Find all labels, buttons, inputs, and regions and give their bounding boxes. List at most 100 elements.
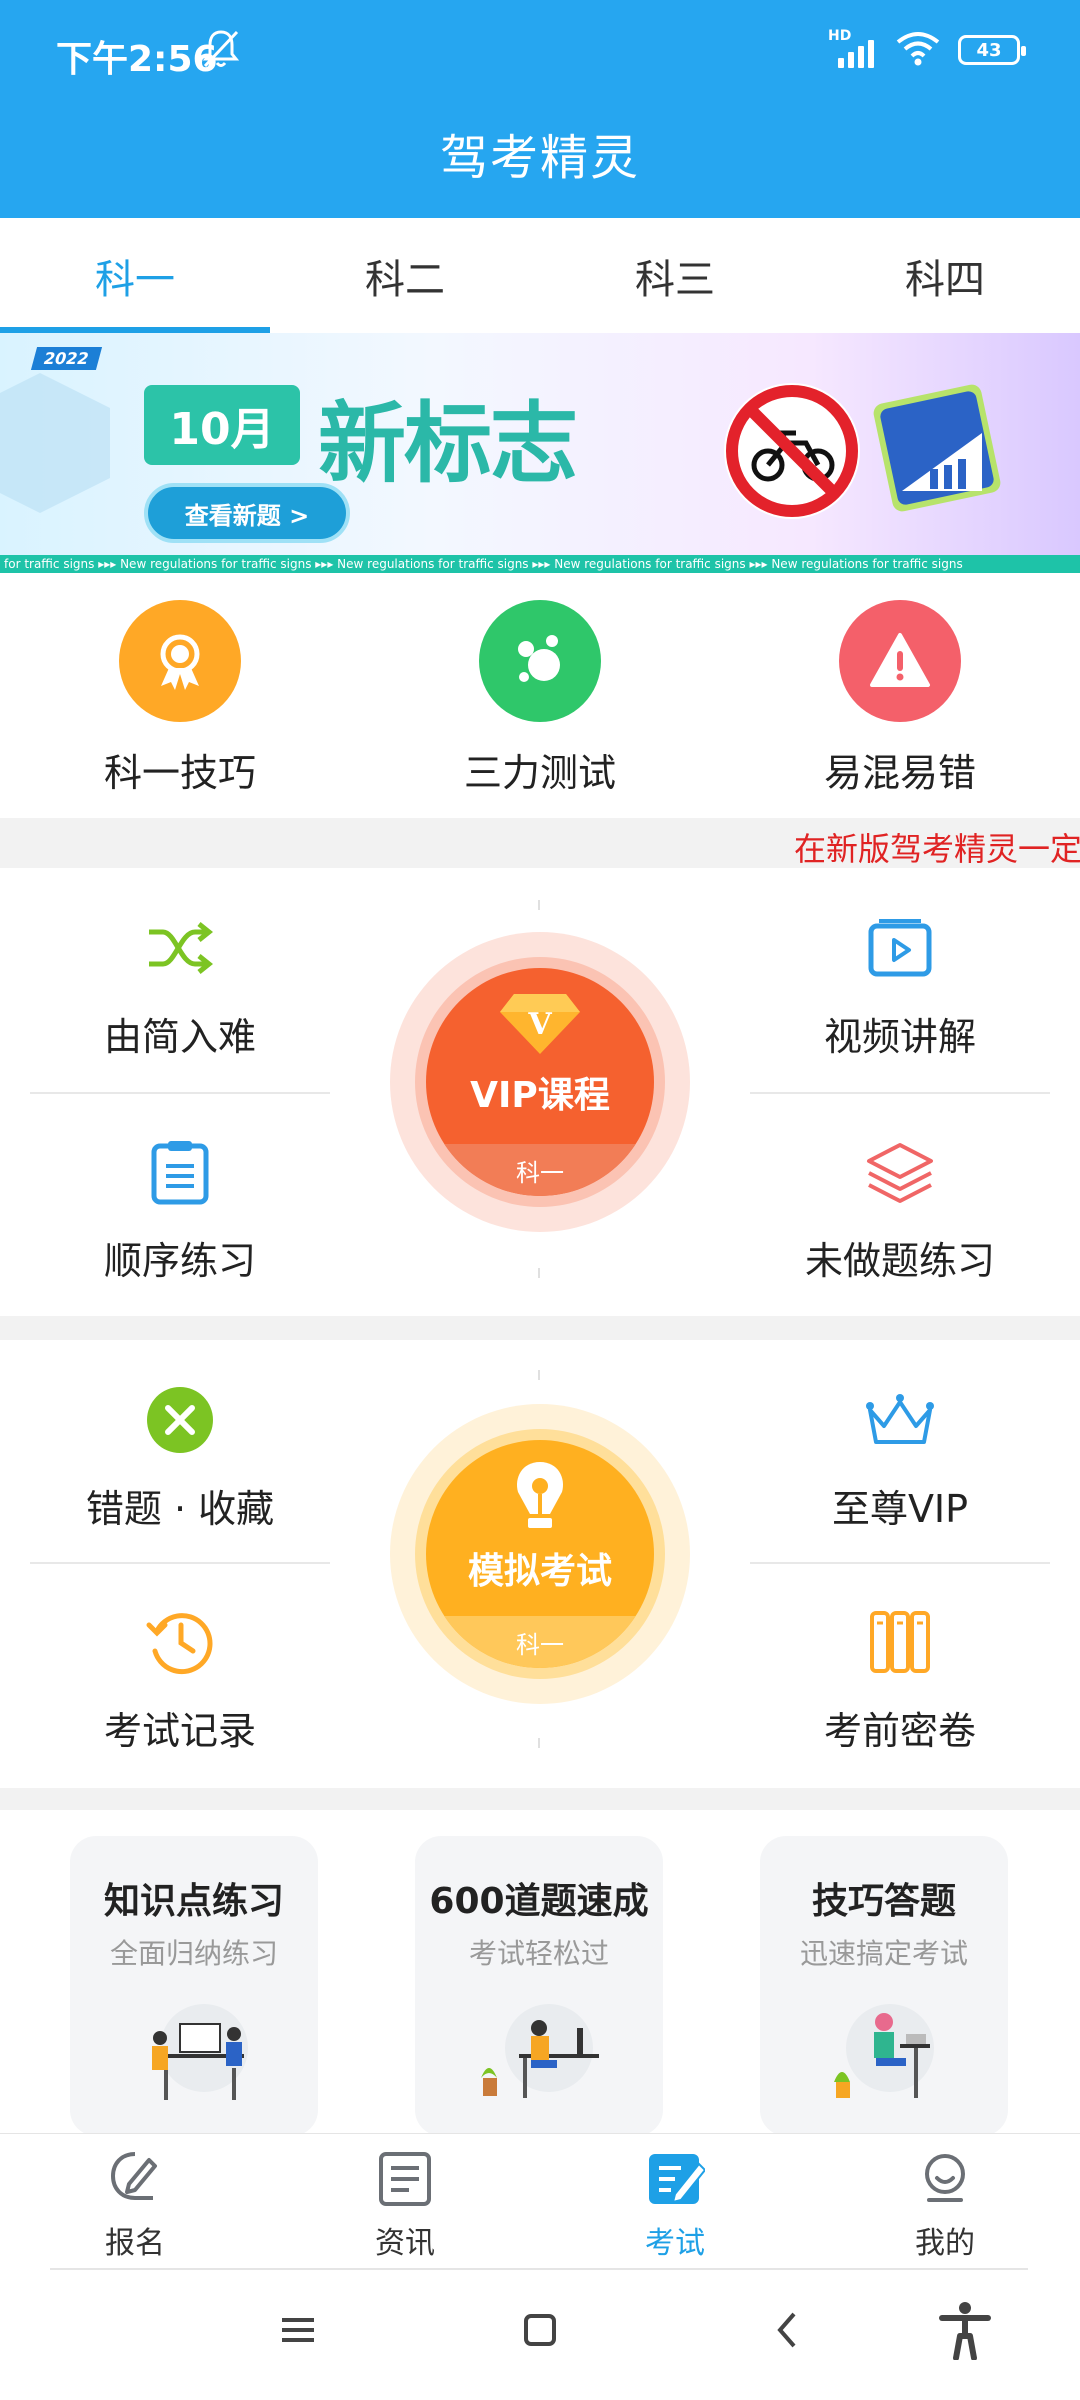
video-play-icon [867,908,933,988]
card-subtitle: 迅速搞定考试 [799,1937,968,1970]
section-divider [0,1788,1080,1810]
nav-label: 报名 [105,2226,165,2261]
hexagon-decoration [0,373,110,513]
card-title: 600道题速成 [429,1881,649,1922]
notice-marquee[interactable]: 在新版驾考精灵一定 [0,818,1080,868]
bubbles-icon [479,600,601,722]
vip-course-button[interactable]: V VIP课程 科一 [390,932,690,1232]
status-bar: 下午2:56 HD 43 [0,0,1080,105]
sequential-practice-button[interactable]: 顺序练习 [30,1132,330,1285]
banner-year-tag: 2022 [30,347,102,370]
quick-item-tips[interactable]: 科一技巧 [0,573,360,818]
mock-exam-button[interactable]: 模拟考试 科一 [390,1404,690,1704]
card-title: 技巧答题 [811,1881,956,1922]
status-time: 下午2:56 [56,39,218,80]
nav-label: 资讯 [375,2226,435,2261]
card-subtitle: 全面归纳练习 [109,1937,278,1970]
history-clock-icon [145,1602,215,1682]
pedestrian-crossing-sign-icon [852,373,1022,537]
nav-profile[interactable]: 我的 [810,2134,1080,2268]
supreme-vip-button[interactable]: 至尊VIP [750,1380,1050,1533]
subject-tabs: 科一 科二 科三 科四 [0,218,1080,333]
cell-label: 视频讲解 [823,1015,976,1059]
nav-news[interactable]: 资讯 [270,2134,540,2268]
no-motorbike-sign-icon [720,379,864,527]
view-new-questions-button[interactable]: 查看新题 > [144,483,350,543]
nav-label: 考试 [645,2226,705,2261]
signal-icon: HD [828,28,878,70]
practice-block-exam: 错题 · 收藏 考试记录 模拟考试 科一 至尊VIP 考前密卷 [0,1340,1080,1788]
award-medal-icon [119,600,241,722]
nav-exam[interactable]: 考试 [540,2134,810,2268]
vip-course-label: VIP课程 [470,1075,610,1116]
cell-label: 考试记录 [103,1709,256,1753]
vip-course-subject: 科一 [426,1144,654,1196]
banner-ticker: for traffic signs ▸▸▸ New regulations fo… [0,555,1080,573]
diamond-v-icon: V [498,990,582,1060]
card-title: 知识点练习 [103,1881,284,1922]
promo-banner[interactable]: 2022 10月 新标志 查看新题 > for traffic signs ▸▸… [0,333,1080,573]
people-at-desk-illustration [124,1998,264,2112]
app-header: 下午2:56 HD 43 驾考精灵 [0,0,1080,218]
wrong-and-favorites-button[interactable]: 错题 · 收藏 [30,1380,330,1533]
news-icon [375,2148,435,2212]
mock-exam-subject: 科一 [426,1616,654,1668]
bottom-navigation: 报名 资讯 考试 我的 [0,2133,1080,2268]
banner-headline: 新标志 [318,392,578,495]
cell-label: 考前密卷 [823,1709,976,1753]
clipboard-list-icon [150,1132,210,1212]
svg-text:V: V [527,1007,552,1042]
back-icon[interactable] [768,2310,808,2354]
system-navigation-bar [0,2270,1080,2400]
tab-subject-2[interactable]: 科二 [270,218,540,333]
crown-icon [862,1380,938,1460]
bell-muted-icon [198,26,244,76]
quick-item-label: 科一技巧 [103,751,256,795]
binders-icon [868,1602,932,1682]
tab-subject-1[interactable]: 科一 [0,218,270,333]
exam-icon [645,2148,707,2212]
quick-item-confusing[interactable]: 易混易错 [720,573,1080,818]
easy-to-hard-button[interactable]: 由简入难 [30,908,330,1061]
feature-cards: 知识点练习 全面归纳练习 600道题速成 考试轻松过 技巧答题 迅速搞定考试 [0,1810,1080,2136]
card-subtitle: 考试轻松过 [468,1937,609,1970]
exam-records-button[interactable]: 考试记录 [30,1602,330,1755]
pre-exam-papers-button[interactable]: 考前密卷 [750,1602,1050,1755]
video-explanation-button[interactable]: 视频讲解 [750,908,1050,1061]
home-icon[interactable] [520,2310,560,2354]
cell-label: 顺序练习 [103,1239,256,1283]
cell-label: 至尊VIP [831,1487,969,1531]
shuffle-icon [145,908,215,988]
banner-month: 10月 [144,385,300,465]
person-at-computer-illustration [469,1998,609,2112]
battery-icon: 43 [958,35,1026,65]
notice-text: 在新版驾考精灵一定 [794,830,1080,868]
knowledge-practice-card[interactable]: 知识点练习 全面归纳练习 [70,1836,318,2136]
quick-actions: 科一技巧 三力测试 易混易错 [0,573,1080,818]
layers-icon [865,1132,935,1212]
pen-nib-icon [508,1458,572,1538]
close-circle-icon [145,1380,215,1460]
menu-icon[interactable] [278,2310,318,2354]
person-with-laptop-illustration [814,1998,954,2112]
mock-exam-label: 模拟考试 [467,1551,612,1592]
nav-signup[interactable]: 报名 [0,2134,270,2268]
section-divider [0,1316,1080,1340]
quick-item-label: 易混易错 [823,751,976,795]
nav-label: 我的 [915,2226,975,2261]
accessibility-icon[interactable] [938,2300,992,2364]
page-title: 驾考精灵 [439,130,640,186]
tab-subject-4[interactable]: 科四 [810,218,1080,333]
cell-label: 未做题练习 [804,1239,995,1283]
pen-sign-icon [105,2148,165,2212]
unanswered-practice-button[interactable]: 未做题练习 [750,1132,1050,1285]
wifi-icon [896,30,940,70]
quick-item-three-ability[interactable]: 三力测试 [360,573,720,818]
tips-answer-card[interactable]: 技巧答题 迅速搞定考试 [760,1836,1008,2136]
profile-icon [915,2148,975,2212]
tab-subject-3[interactable]: 科三 [540,218,810,333]
practice-block-primary: 由简入难 顺序练习 V VIP课程 科一 视频讲解 未做题练习 [0,868,1080,1316]
cell-label: 错题 · 收藏 [85,1487,275,1531]
quick-600-card[interactable]: 600道题速成 考试轻松过 [415,1836,663,2136]
warning-icon [839,600,961,722]
